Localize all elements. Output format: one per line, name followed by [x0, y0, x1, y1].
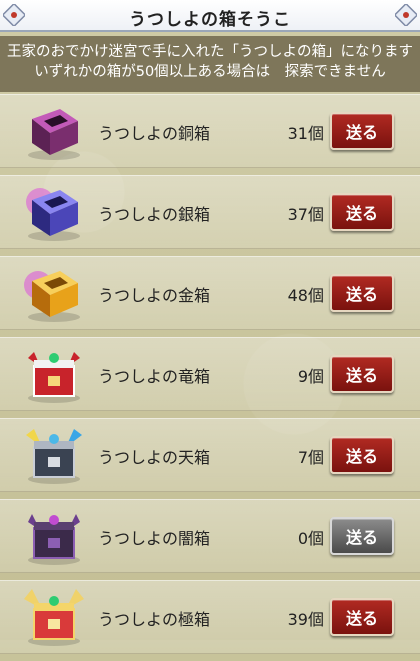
ultimate-box-icon — [24, 589, 84, 646]
list-item: うつしよの銀箱 37個 送る — [0, 175, 420, 249]
item-name: うつしよの天箱 — [98, 448, 211, 467]
box-list: うつしよの銅箱 31個 送る うつしよの銀箱 37個 送る うつしよの金箱 48… — [0, 94, 420, 661]
send-button[interactable]: 送る — [330, 274, 394, 312]
item-name: うつしよの銀箱 — [98, 205, 211, 224]
gold-box-icon — [24, 271, 80, 322]
silver-box-icon — [26, 188, 80, 241]
item-name: うつしよの闇箱 — [98, 529, 211, 548]
item-count: 31個 — [287, 124, 324, 143]
info-line-1: 王家のおでかけ迷宮で手に入れた「うつしよの箱」になります — [7, 44, 413, 60]
item-name: うつしよの銅箱 — [98, 124, 211, 143]
list-item: うつしよの極箱 39個 送る — [0, 580, 420, 654]
info-line-2: いずれかの箱が50個以上ある場合は 探索できません — [34, 64, 386, 80]
item-name: うつしよの極箱 — [98, 610, 211, 629]
send-button[interactable]: 送る — [330, 112, 394, 150]
send-button[interactable]: 送る — [330, 193, 394, 231]
item-count: 7個 — [297, 448, 324, 467]
page-title: うつしよの箱そうこ — [129, 10, 291, 30]
item-count: 9個 — [297, 367, 324, 386]
info-banner: 王家のおでかけ迷宮で手に入れた「うつしよの箱」になります いずれかの箱が50個以… — [0, 36, 420, 92]
item-name: うつしよの竜箱 — [98, 367, 211, 386]
dark-box-icon — [28, 514, 80, 565]
title-bar: うつしよの箱そうこ — [0, 0, 420, 32]
item-count: 48個 — [287, 286, 324, 305]
list-item: うつしよの竜箱 9個 送る — [0, 337, 420, 411]
send-button[interactable]: 送る — [330, 436, 394, 474]
dragon-box-icon — [28, 352, 80, 403]
send-button-disabled[interactable]: 送る — [330, 517, 394, 555]
item-name: うつしよの金箱 — [98, 286, 211, 305]
list-item: うつしよの金箱 48個 送る — [0, 256, 420, 330]
list-item: うつしよの銅箱 31個 送る — [0, 94, 420, 168]
item-count: 0個 — [297, 529, 324, 548]
list-item: うつしよの闇箱 0個 送る — [0, 499, 420, 573]
send-button[interactable]: 送る — [330, 355, 394, 393]
heaven-box-icon — [26, 429, 82, 484]
list-item: うつしよの天箱 7個 送る — [0, 418, 420, 492]
copper-box-icon — [28, 109, 80, 160]
send-button[interactable]: 送る — [330, 598, 394, 636]
corner-ornament-icon — [395, 4, 417, 26]
item-count: 37個 — [287, 205, 324, 224]
item-count: 39個 — [287, 610, 324, 629]
